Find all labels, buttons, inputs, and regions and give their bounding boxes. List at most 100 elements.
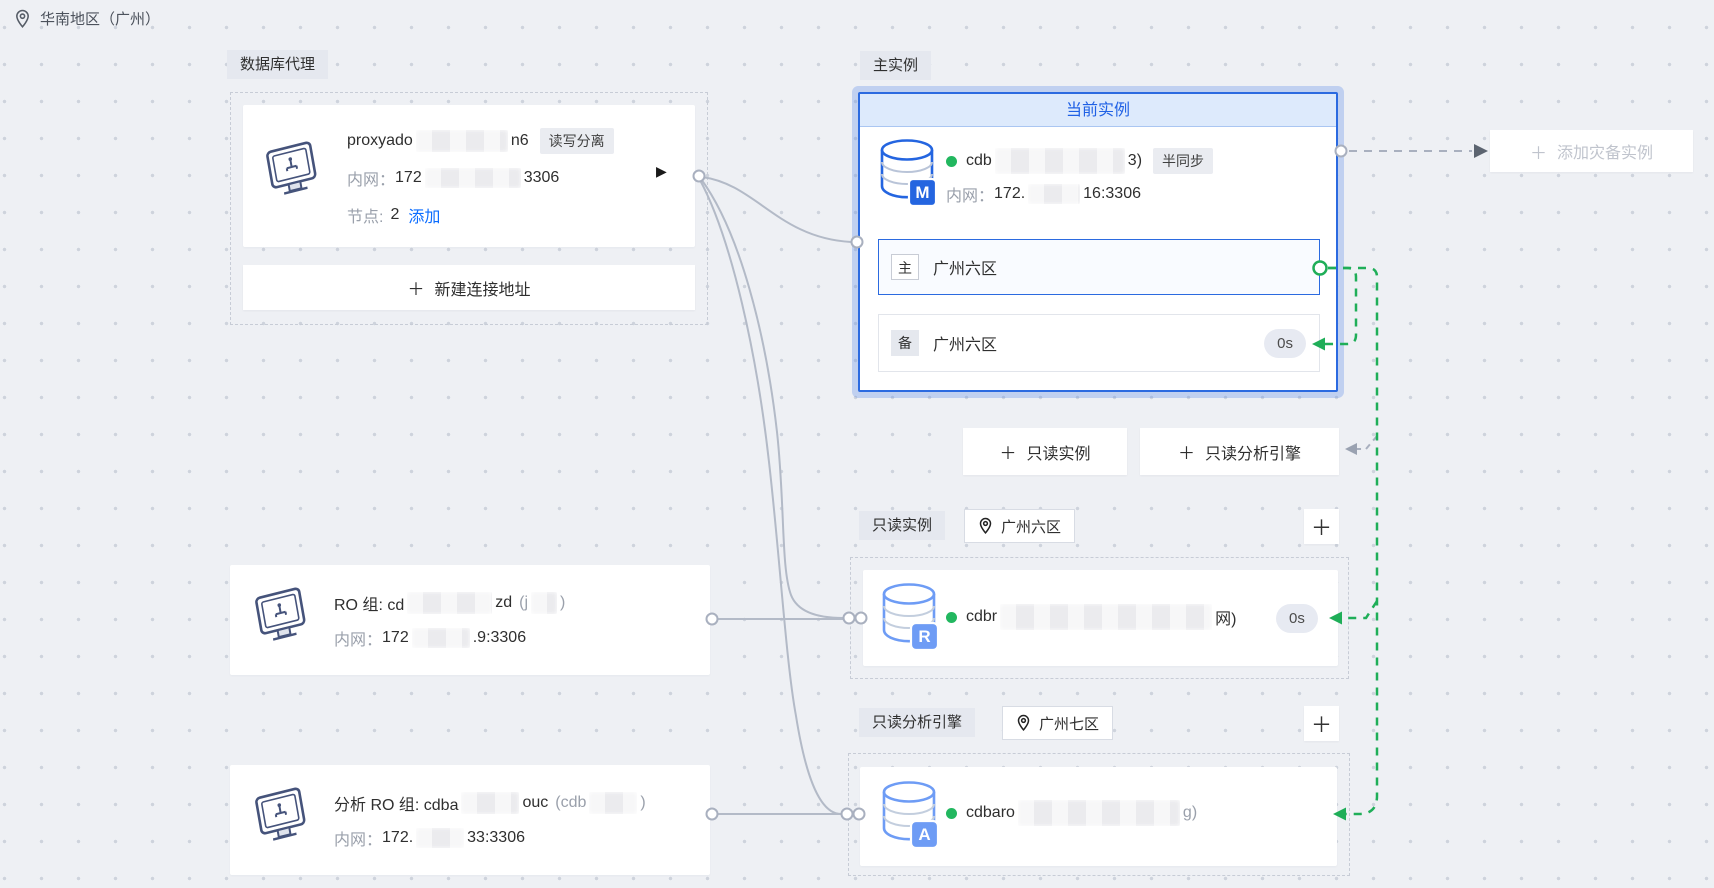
redaction — [416, 828, 465, 848]
region-label: 华南地区（广州） — [14, 8, 160, 29]
proxy-to-readonly-line — [700, 178, 844, 619]
plus-icon: ＋ — [407, 280, 425, 299]
primary-name-tail: 3) — [1127, 152, 1143, 169]
location-pin-icon — [1017, 714, 1030, 732]
readonly-name-lead: cdbr — [966, 608, 998, 625]
readonly-section-tag: 只读实例 — [859, 511, 946, 540]
ro-group-title-row: RO 组: cd zd (j) — [334, 590, 565, 616]
analysis-ro-group-title-row: 分析 RO 组: cdba ouc (cdb) — [334, 790, 646, 816]
running-status-dot — [946, 807, 957, 819]
ro-group-paren-lead: (j — [519, 594, 529, 611]
dashed-hint-line — [1356, 435, 1378, 450]
sync-mode-tag: 半同步 — [1153, 148, 1214, 174]
expand-toggle-icon[interactable]: ▶ — [656, 163, 667, 180]
analysis-section-tag: 只读分析引擎 — [859, 708, 976, 737]
ro-group-monitor-icon — [255, 587, 306, 641]
analysis-zone-chip: 广州七区 — [1002, 706, 1114, 740]
plus-icon: ＋ — [1177, 444, 1195, 463]
analysis-ro-group-title-mid: ouc — [522, 794, 549, 811]
redaction — [424, 168, 521, 188]
node-count: 2 — [390, 206, 400, 223]
analysis-name-row: cdbaro g) — [946, 800, 1197, 826]
ro-group-card[interactable]: RO 组: cd zd (j) 内网： 172 .9:3306 — [230, 565, 710, 675]
redaction — [1000, 604, 1213, 630]
add-dr-instance-button[interactable]: ＋ 添加灾备实例 — [1490, 130, 1693, 172]
standby-delay-badge: 0s — [1264, 329, 1306, 358]
primary-name-lead: cdb — [966, 152, 992, 169]
node-label: 节点: — [347, 209, 384, 226]
readonly-database-icon: R — [882, 583, 940, 652]
proxy-ip-row: 内网： 172 3306 — [347, 165, 559, 191]
hint-arrowhead — [1345, 443, 1357, 455]
primary-ip-lead: 172. — [994, 185, 1026, 202]
plus-icon: ＋ — [1529, 143, 1547, 163]
proxy-card[interactable]: proxyado n6 读写分离 内网： 172 3306 节点: 2 添加 ▶ — [243, 105, 695, 247]
primary-section-tag: 主实例 — [860, 51, 932, 80]
proxy-name-lead: proxyado — [347, 132, 413, 149]
topology-canvas: 华南地区（广州） 数据库代理 proxyado n6 读写分离 内网： 172 33… — [0, 0, 1714, 888]
analysis-ro-group-card[interactable]: 分析 RO 组: cdba ouc (cdb) 内网： 172. 33:3306 — [230, 765, 710, 875]
ip-label: 内网： — [946, 188, 995, 205]
analysis-zone-name: 广州七区 — [1039, 715, 1100, 733]
new-address-button[interactable]: ＋ 新建连接地址 — [243, 265, 695, 310]
add-node-link[interactable]: 添加 — [408, 203, 440, 227]
analysis-name-tail: g) — [1182, 804, 1198, 821]
plus-icon: ＋ — [1311, 713, 1332, 737]
ro-group-ip-row: 内网： 172 .9:3306 — [334, 625, 526, 651]
region-name: 华南地区（广州） — [40, 11, 161, 28]
current-instance-header: 当前实例 — [860, 94, 1336, 127]
standby-zone-row[interactable]: 备 广州六区 0s — [878, 314, 1320, 372]
readonly-name-tail: 网) — [1215, 611, 1237, 628]
proxy-name-row: proxyado n6 读写分离 — [347, 128, 614, 154]
redaction — [415, 130, 508, 152]
primary-badge-letter: M — [915, 183, 929, 202]
running-status-dot — [946, 611, 957, 623]
proxy-ip-tail: 3306 — [523, 169, 560, 186]
primary-database-icon: M — [880, 139, 938, 208]
proxy-monitor-icon — [266, 141, 317, 195]
standby-zone-name: 广州六区 — [933, 337, 998, 354]
add-readonly-label: 只读实例 — [1026, 445, 1091, 463]
readonly-name-row: cdbr 网) — [946, 604, 1236, 630]
new-address-label: 新建连接地址 — [434, 281, 531, 299]
location-pin-icon — [16, 9, 29, 28]
location-pin-icon — [979, 517, 992, 535]
ro-group-ip-tail: .9:3306 — [472, 629, 527, 646]
readonly-delay-badge: 0s — [1276, 604, 1318, 633]
proxy-section-tag: 数据库代理 — [227, 50, 329, 79]
redaction — [411, 628, 470, 648]
running-status-dot — [946, 155, 957, 167]
proxy-ip-lead: 172 — [395, 169, 422, 186]
standby-badge: 备 — [891, 330, 919, 356]
redaction — [589, 792, 638, 814]
ip-label: 内网： — [334, 832, 383, 849]
ro-group-title-lead: RO 组: cd — [334, 597, 405, 614]
analysis-ro-group-title-lead: 分析 RO 组: cdba — [334, 797, 459, 814]
primary-ip-row: 内网： 172. 16:3306 — [946, 181, 1141, 207]
analysis-ro-group-paren-tail: ) — [640, 794, 646, 811]
analysis-ro-group-monitor-icon — [255, 787, 306, 841]
proxy-to-analysis-line — [699, 179, 842, 815]
ip-label: 内网： — [347, 172, 396, 189]
analysis-plus-button[interactable]: ＋ — [1304, 706, 1339, 741]
readonly-badge-letter: R — [918, 627, 930, 646]
analysis-database-icon: A — [882, 781, 940, 850]
master-zone-row[interactable]: 主 广州六区 — [878, 239, 1320, 295]
add-readonly-button[interactable]: ＋ 只读实例 — [963, 428, 1127, 475]
plus-icon: ＋ — [1311, 516, 1332, 540]
analysis-ro-group-ip-lead: 172. — [382, 829, 414, 846]
redaction — [1028, 184, 1081, 204]
dr-arrowhead — [1474, 144, 1488, 158]
analysis-name-lead: cdbaro — [966, 804, 1015, 821]
analysis-ro-group-paren-lead: (cdb — [555, 794, 587, 811]
analysis-badge-letter: A — [918, 825, 930, 844]
ip-label: 内网： — [334, 632, 383, 649]
add-dr-label: 添加灾备实例 — [1556, 145, 1653, 162]
ro-group-ip-lead: 172 — [382, 629, 409, 646]
analysis-ro-group-ip-row: 内网： 172. 33:3306 — [334, 825, 525, 851]
master-zone-name: 广州六区 — [933, 261, 998, 278]
add-analysis-label: 只读分析引擎 — [1204, 445, 1301, 463]
add-analysis-button[interactable]: ＋ 只读分析引擎 — [1140, 428, 1339, 475]
redaction — [1017, 800, 1180, 826]
readonly-plus-button[interactable]: ＋ — [1304, 509, 1339, 544]
